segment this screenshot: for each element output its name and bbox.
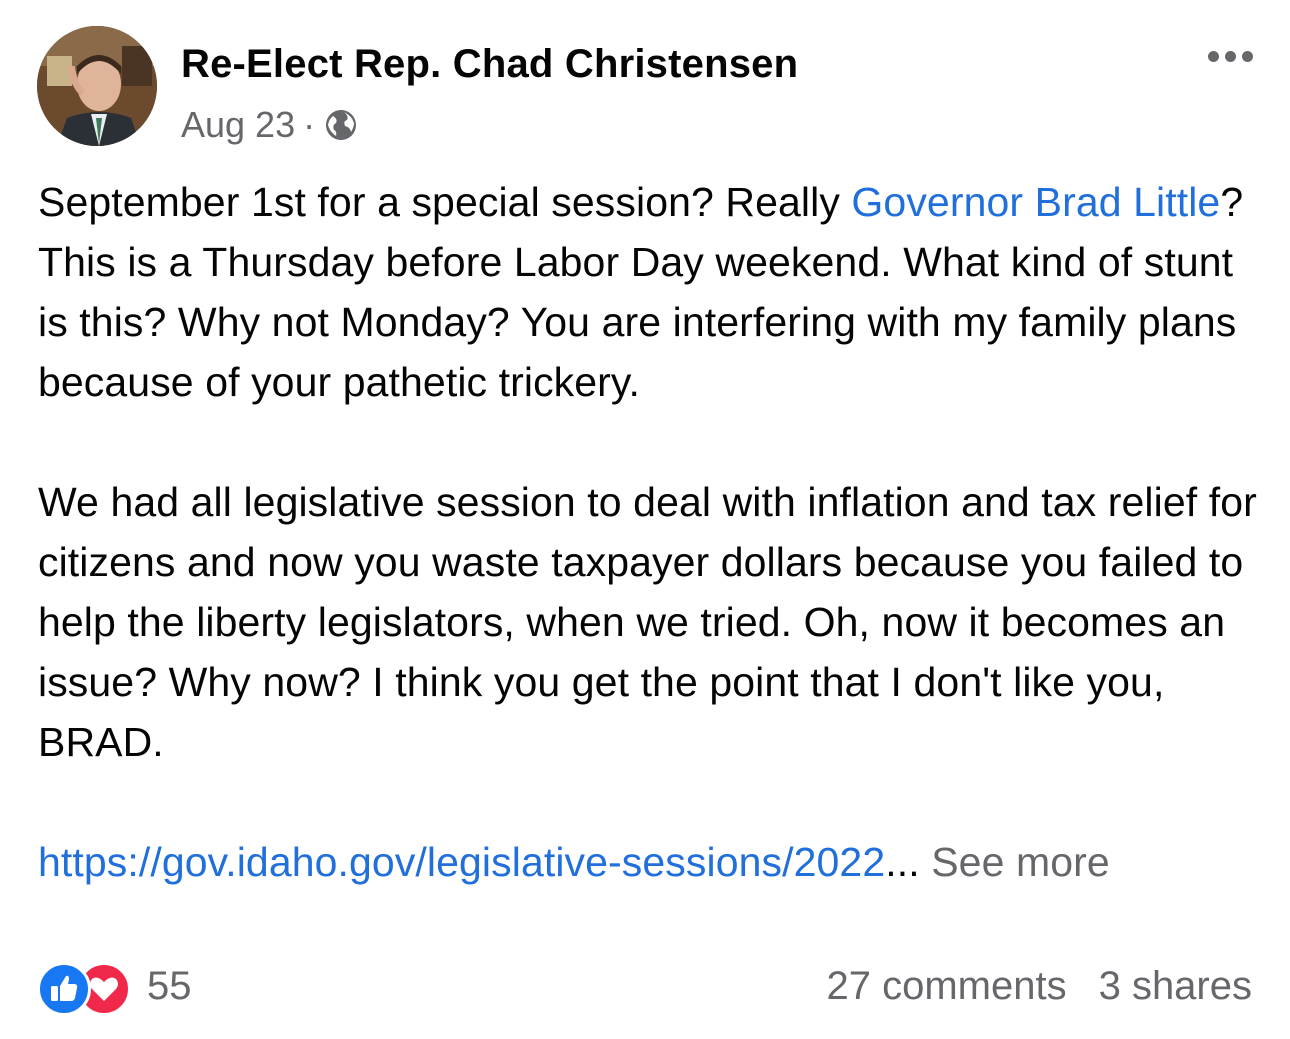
post-meta: Aug 23 · (181, 104, 359, 146)
avatar[interactable] (37, 26, 157, 146)
avatar-photo (37, 26, 157, 146)
like-icon (37, 962, 91, 1016)
post-body: September 1st for a special session? Rea… (38, 172, 1258, 892)
post-paragraph-1: September 1st for a special session? Rea… (38, 172, 1258, 412)
reactions-summary[interactable]: 55 (37, 960, 192, 1016)
reaction-icons (37, 960, 133, 1016)
post-author-name[interactable]: Re-Elect Rep. Chad Christensen (181, 42, 798, 87)
url-link[interactable]: https://gov.idaho.gov/legislative-sessio… (38, 839, 885, 885)
post-footer: 55 27 comments 3 shares (37, 958, 1252, 1016)
see-more-button[interactable]: See more (931, 839, 1110, 885)
post-paragraph-3: https://gov.idaho.gov/legislative-sessio… (38, 832, 1258, 892)
comments-count[interactable]: 27 comments (826, 964, 1066, 1009)
engagement-stats: 27 comments 3 shares (826, 964, 1252, 1009)
facebook-post: Re-Elect Rep. Chad Christensen Aug 23 · … (0, 0, 1290, 1039)
post-paragraph-2: We had all legislative session to deal w… (38, 479, 1257, 765)
mention-link[interactable]: Governor Brad Little (851, 179, 1220, 225)
reaction-count: 55 (147, 963, 192, 1008)
ellipsis: ... (885, 839, 920, 885)
more-options-icon[interactable] (1200, 38, 1260, 74)
post-date[interactable]: Aug 23 (181, 104, 295, 146)
globe-icon[interactable] (323, 107, 359, 143)
post-text: September 1st for a special session? Rea… (38, 179, 852, 225)
meta-separator: · (303, 104, 316, 145)
shares-count[interactable]: 3 shares (1099, 964, 1252, 1009)
